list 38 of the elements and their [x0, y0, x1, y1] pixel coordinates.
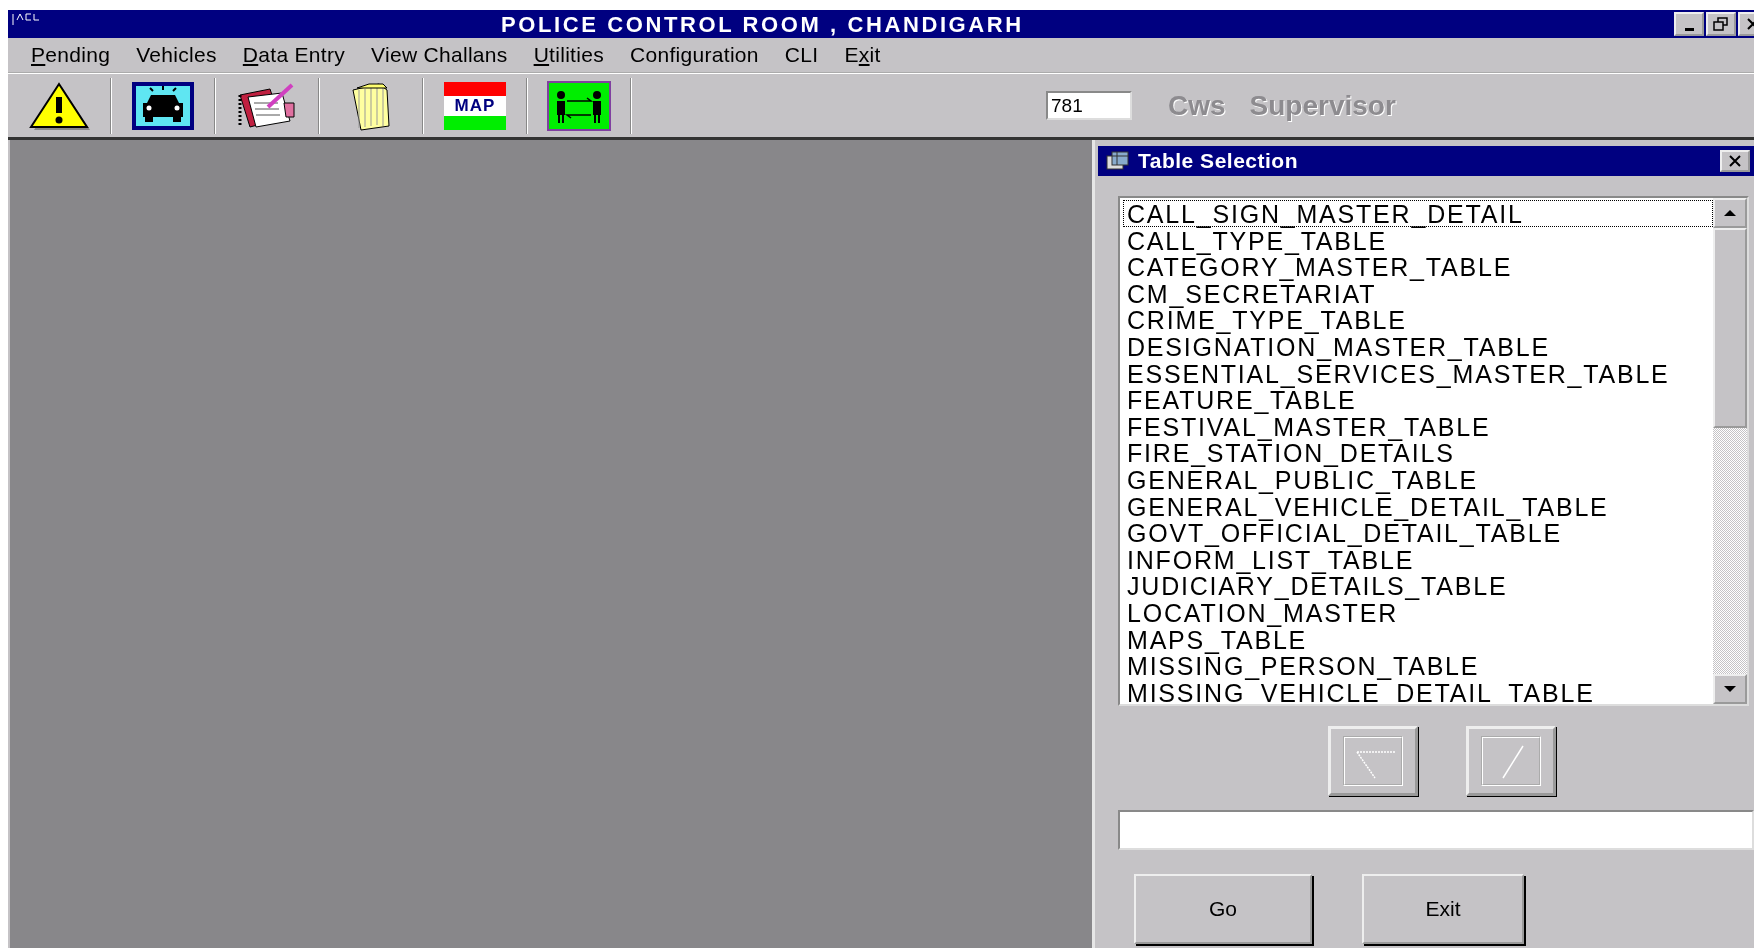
table-icon: [1106, 151, 1132, 171]
angle-icon: [1343, 736, 1403, 786]
menu-item[interactable]: View Challans: [358, 39, 521, 71]
close-button[interactable]: [1720, 150, 1750, 172]
restore-icon: [1713, 17, 1729, 31]
menu-item[interactable]: Configuration: [617, 39, 772, 71]
scrollbar-thumb[interactable]: [1713, 228, 1747, 428]
list-item[interactable]: CALL_SIGN_MASTER_DETAIL: [1123, 200, 1713, 227]
scroll-down-button[interactable]: [1713, 674, 1747, 704]
restore-button[interactable]: [1706, 12, 1736, 36]
menu-item[interactable]: Pending: [18, 39, 124, 71]
menu-item[interactable]: CLI: [771, 39, 832, 71]
status-label: Cws: [1168, 88, 1226, 123]
close-icon: [1728, 154, 1742, 168]
warning-icon: [28, 80, 90, 131]
dialog-button[interactable]: Exit: [1362, 874, 1524, 944]
slash-icon: [1481, 736, 1541, 786]
menu-item[interactable]: Utilities: [520, 39, 617, 71]
transfer-icon: [547, 80, 611, 131]
window-title: POLICE CONTROL ROOM , CHANDIGARH: [501, 10, 1024, 39]
down-arrow-icon: [1723, 685, 1737, 693]
menu-item[interactable]: Exit: [831, 39, 894, 71]
angle-button[interactable]: [1328, 726, 1418, 796]
scroll-up-button[interactable]: [1713, 198, 1747, 228]
scrollbar[interactable]: [1713, 198, 1747, 704]
minimize-icon: [1684, 27, 1694, 31]
minimize-button[interactable]: [1674, 12, 1704, 36]
menu-item[interactable]: Data Entry: [229, 39, 359, 71]
up-arrow-icon: [1723, 209, 1737, 217]
slash-button[interactable]: [1466, 726, 1556, 796]
menu-item[interactable]: Vehicles: [123, 39, 230, 71]
code-field[interactable]: 781: [1046, 91, 1132, 120]
dialog-button[interactable]: Go: [1134, 874, 1312, 944]
car-icon: [131, 80, 195, 131]
status-label: Supervisor: [1249, 88, 1396, 123]
dialog-title: Table Selection: [1138, 148, 1298, 175]
input-field[interactable]: [1118, 810, 1754, 850]
app-icon: [12, 13, 42, 25]
